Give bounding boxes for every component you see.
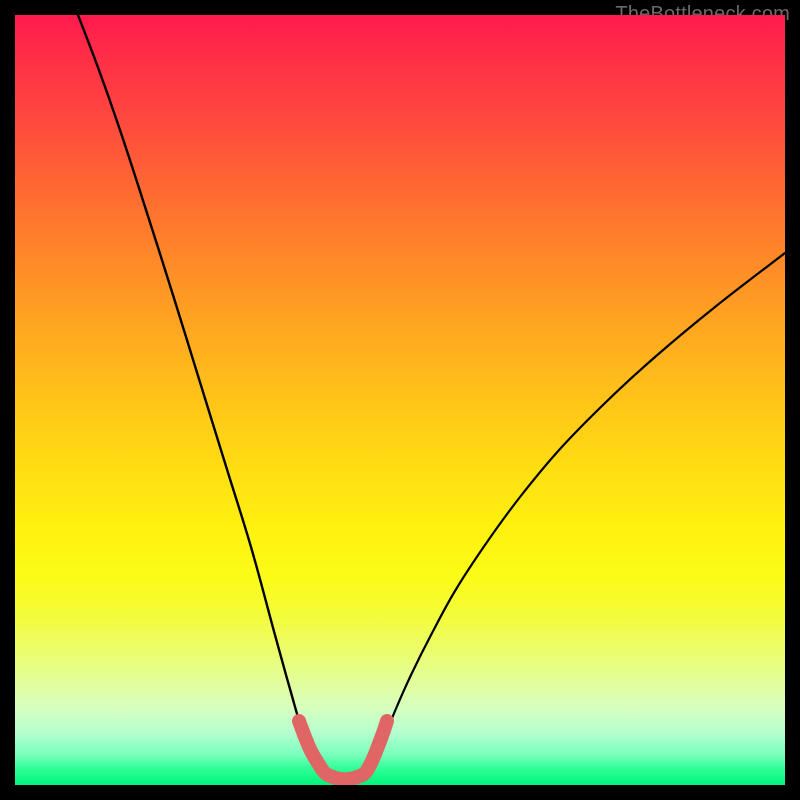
chart-frame: TheBottleneck.com xyxy=(0,0,800,800)
valley-highlight-curve xyxy=(299,721,387,779)
right-branch-curve xyxy=(365,253,785,777)
left-branch-curve xyxy=(78,15,325,777)
curve-layer xyxy=(15,15,785,785)
plot-area xyxy=(15,15,785,785)
